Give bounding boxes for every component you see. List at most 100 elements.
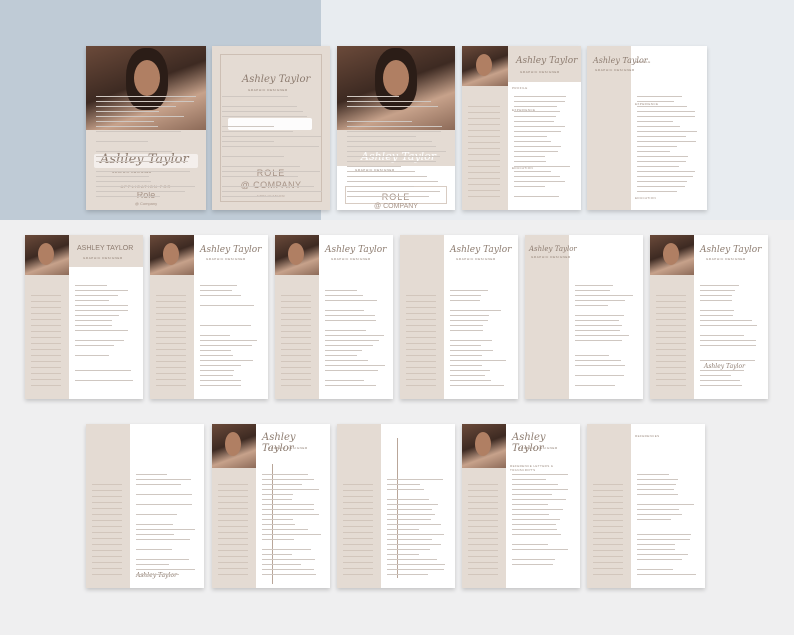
sidebar-text-line xyxy=(656,301,686,302)
sidebar-text-line xyxy=(656,373,686,374)
profile-heading: PROFILE xyxy=(512,86,528,90)
text-line xyxy=(325,330,366,331)
sidebar-text-line xyxy=(281,367,311,368)
sidebar-text-line xyxy=(406,307,436,308)
sidebar-text-line xyxy=(593,538,623,539)
text-line xyxy=(512,479,546,480)
text-line xyxy=(387,554,419,555)
text-line xyxy=(514,171,551,172)
sidebar-text-line xyxy=(468,142,500,143)
text-line xyxy=(325,360,368,361)
text-line xyxy=(347,191,440,192)
text-line xyxy=(200,360,253,361)
text-line xyxy=(387,504,438,505)
sidebar-text-line xyxy=(343,574,373,575)
text-line xyxy=(347,156,440,157)
text-line xyxy=(262,534,321,535)
sidebar-text-line xyxy=(593,502,623,503)
sidebar-text-line xyxy=(92,574,122,575)
role-title: GRAPHIC DESIGNER xyxy=(331,257,371,261)
text-line xyxy=(136,529,195,530)
text-line xyxy=(450,345,481,346)
text-line xyxy=(262,499,292,500)
text-line xyxy=(347,136,416,137)
text-line xyxy=(512,484,558,485)
role-title: GRAPHIC DESIGNER xyxy=(706,257,746,261)
text-line xyxy=(637,186,685,187)
text-line xyxy=(75,285,107,286)
text-line xyxy=(700,345,756,346)
text-line xyxy=(512,509,563,510)
resume-variant-1: ASHLEY TAYLOR GRAPHIC DESIGNER xyxy=(25,235,143,399)
text-line xyxy=(75,315,119,316)
sidebar-text-line xyxy=(218,502,248,503)
text-line xyxy=(262,509,314,510)
text-line xyxy=(262,519,293,520)
text-line xyxy=(96,196,160,197)
text-line xyxy=(325,335,384,336)
name-script: Ashley Taylor xyxy=(325,245,386,255)
text-line xyxy=(96,106,176,107)
portrait-face xyxy=(225,432,241,456)
sidebar-text-line xyxy=(218,496,248,497)
sidebar-text-line xyxy=(92,568,122,569)
cover-letter-photo: Ashley Taylor GRAPHIC DESIGNER Ashley Ta… xyxy=(650,235,768,399)
text-line xyxy=(325,340,379,341)
text-line xyxy=(136,524,173,525)
text-line xyxy=(347,186,414,187)
text-line xyxy=(637,181,687,182)
text-line xyxy=(514,166,570,167)
sidebar-text-line xyxy=(468,166,500,167)
text-line xyxy=(262,539,294,540)
text-line xyxy=(347,181,438,182)
sidebar-text-line xyxy=(218,574,248,575)
sidebar-text-line xyxy=(343,538,373,539)
sidebar-text-line xyxy=(92,490,122,491)
role-title: GRAPHIC DESIGNER xyxy=(595,68,635,72)
cover-company-caps: @ COMPANY xyxy=(212,180,330,190)
text-line xyxy=(450,315,489,316)
text-line xyxy=(700,320,752,321)
brush-stroke xyxy=(228,118,312,130)
text-line xyxy=(75,325,112,326)
text-line xyxy=(512,544,548,545)
cover-letter: Ashley Taylor xyxy=(86,424,204,588)
text-line xyxy=(262,529,308,530)
text-line xyxy=(514,116,556,117)
sidebar-text-line xyxy=(343,490,373,491)
sidebar-text-line xyxy=(406,361,436,362)
sidebar-text-line xyxy=(92,508,122,509)
sidebar-text-line xyxy=(281,385,311,386)
resume-variant-2: Ashley Taylor GRAPHIC DESIGNER xyxy=(150,235,268,399)
text-line xyxy=(637,136,686,137)
text-line xyxy=(637,559,682,560)
text-line xyxy=(450,355,482,356)
text-line xyxy=(387,564,445,565)
name-script: Ashley Taylor xyxy=(100,152,189,167)
sidebar-text-line xyxy=(156,361,186,362)
name-caps: ASHLEY TAYLOR xyxy=(77,245,133,252)
text-line xyxy=(222,96,288,97)
sidebar-text-line xyxy=(156,343,186,344)
text-line xyxy=(575,330,620,331)
portrait-face xyxy=(288,243,304,265)
sidebar-text-line xyxy=(593,556,623,557)
sidebar-text-line xyxy=(92,520,122,521)
sidebar-text-line xyxy=(343,550,373,551)
text-line xyxy=(450,310,501,311)
text-line xyxy=(387,569,444,570)
text-line xyxy=(637,156,688,157)
text-line xyxy=(222,141,274,142)
sidebar-text-line xyxy=(281,373,311,374)
role-title: GRAPHIC DESIGNER xyxy=(248,88,288,92)
sidebar-text-line xyxy=(593,508,623,509)
sidebar-text-line xyxy=(156,307,186,308)
text-line xyxy=(262,484,302,485)
text-line xyxy=(637,479,678,480)
text-line xyxy=(262,559,315,560)
text-line xyxy=(637,116,695,117)
text-line xyxy=(514,196,559,197)
text-line xyxy=(347,151,446,152)
text-line xyxy=(96,141,148,142)
timeline-resume: Ashley Taylor GRAPHIC DESIGNER xyxy=(212,424,330,588)
